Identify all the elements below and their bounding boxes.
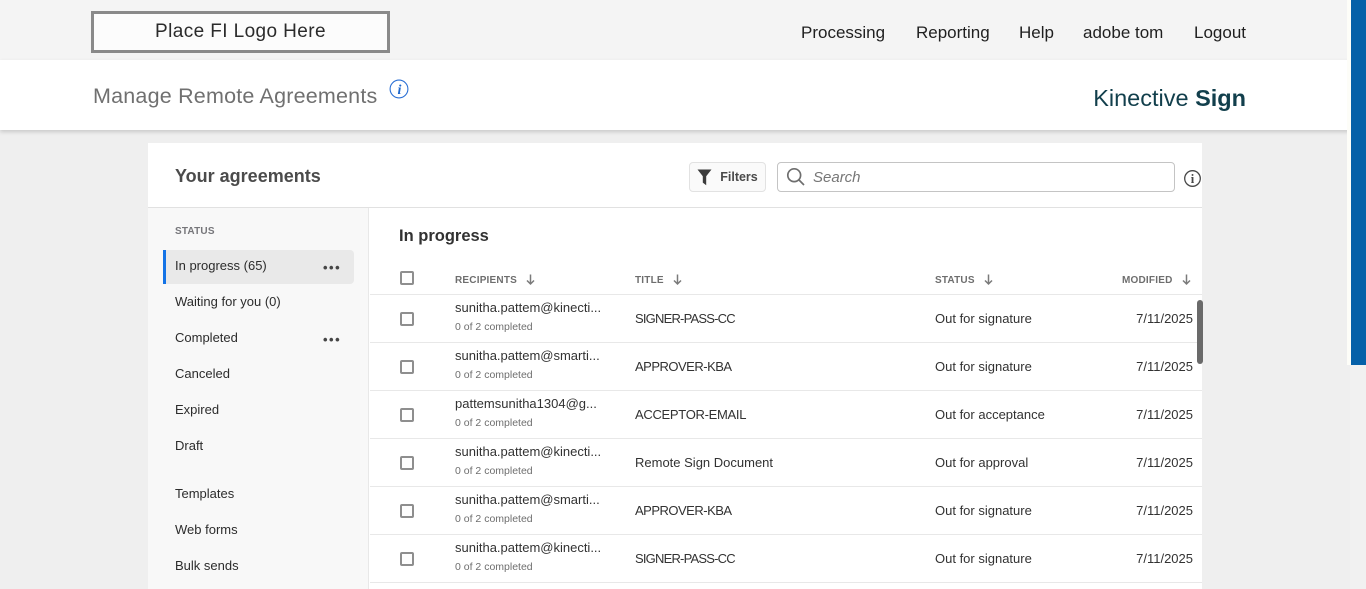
svg-text:i: i (1191, 172, 1195, 186)
svg-text:i: i (398, 83, 402, 98)
